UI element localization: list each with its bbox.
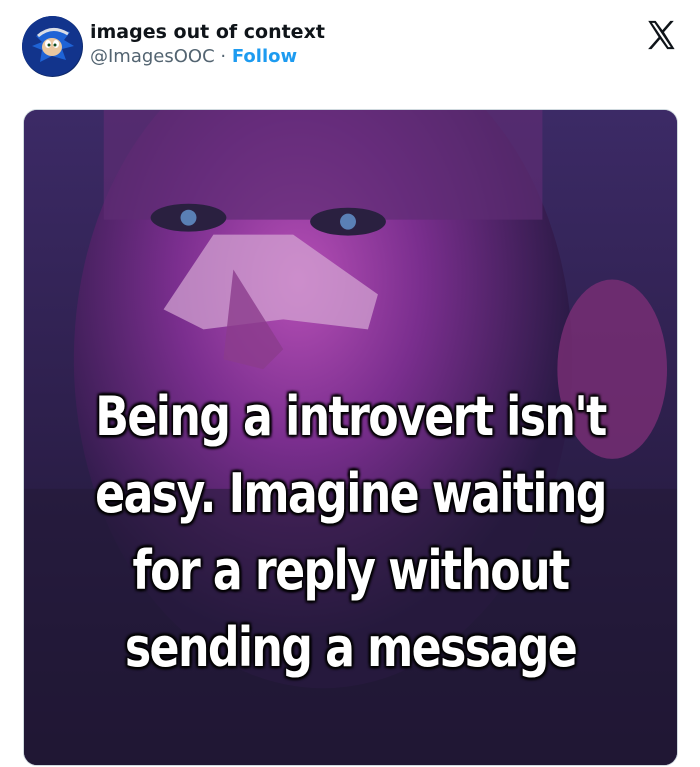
- display-name[interactable]: images out of context: [90, 20, 325, 44]
- x-logo-icon[interactable]: [644, 18, 678, 52]
- caption-line: for a reply without: [132, 539, 570, 602]
- tweet-card: images out of context @ImagesOOC · Follo…: [0, 0, 700, 767]
- avatar[interactable]: [22, 16, 83, 77]
- caption-line: sending a message: [124, 616, 578, 679]
- author-info: images out of context @ImagesOOC · Follo…: [90, 20, 325, 70]
- caption-line: Being a introvert isn't: [95, 385, 607, 448]
- sonic-avatar-icon: [22, 16, 82, 76]
- handle-row: @ImagesOOC · Follow: [90, 44, 325, 70]
- meme-caption: Being a introvert isn't easy. Imagine wa…: [83, 378, 618, 686]
- follow-button[interactable]: Follow: [232, 46, 297, 67]
- handle[interactable]: @ImagesOOC: [90, 46, 215, 67]
- caption-line: easy. Imagine waiting: [95, 462, 607, 525]
- tweet-image[interactable]: Being a introvert isn't easy. Imagine wa…: [23, 109, 678, 766]
- separator: ·: [220, 46, 227, 67]
- tweet-header: images out of context @ImagesOOC · Follo…: [22, 16, 682, 78]
